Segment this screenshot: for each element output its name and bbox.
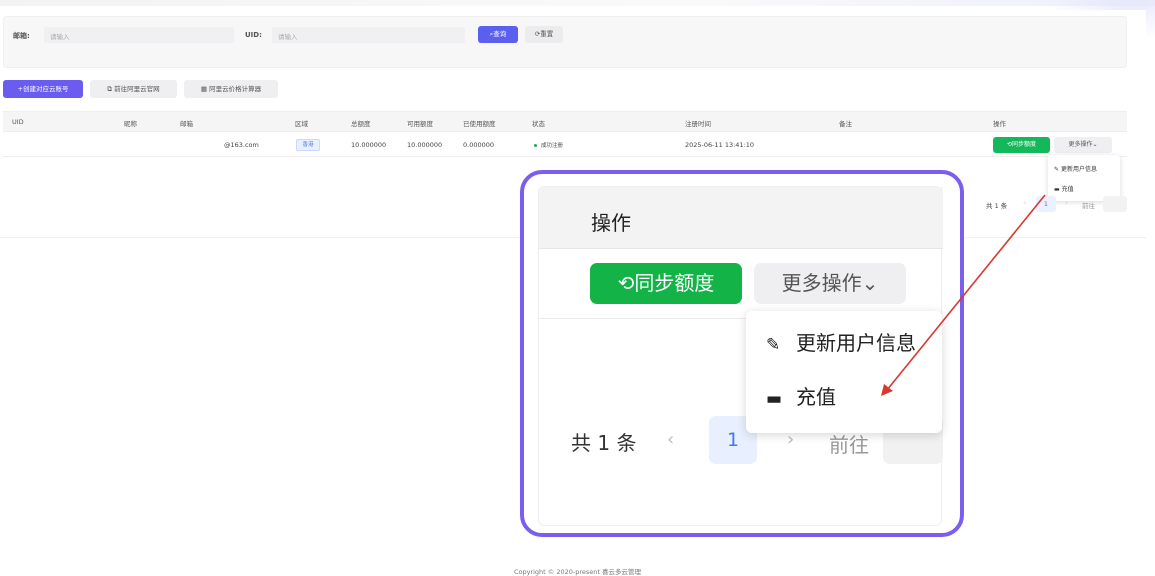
zoom-menu-item-recharge[interactable]: ▬ 充值 bbox=[766, 381, 836, 410]
menu-item-recharge[interactable]: ▬ 充值 bbox=[1054, 184, 1074, 193]
th-available: 可用额度 bbox=[407, 120, 433, 128]
zoom-header-label: 操作 bbox=[591, 211, 631, 235]
zoom-update-user-label: 更新用户信息 bbox=[796, 331, 916, 355]
email-label: 邮箱: bbox=[13, 32, 30, 40]
more-actions-button[interactable]: 更多操作⌄ bbox=[1054, 137, 1112, 153]
aliyun-site-button[interactable]: ⧉ 前往阿里云官网 bbox=[90, 80, 177, 98]
cell-used: 0.000000 bbox=[463, 141, 495, 149]
uid-label: UID: bbox=[245, 31, 262, 39]
th-total: 总额度 bbox=[351, 120, 371, 128]
cell-total: 10.000000 bbox=[351, 141, 387, 149]
pagination-goto-label: 前往 bbox=[1082, 202, 1095, 210]
query-button[interactable]: ⌕查询 bbox=[478, 26, 518, 43]
zoom-content: 操作 ⟲同步额度 更多操作⌄ 共 1 条 ‹ 1 › 前往 ✎ 更新用户信息 ▬ 充… bbox=[538, 186, 943, 526]
menu-item-recharge-label: 充值 bbox=[1061, 186, 1074, 193]
top-strip bbox=[0, 0, 1155, 6]
zoom-action-row: ⟲同步额度 更多操作⌄ bbox=[539, 249, 943, 319]
th-uid: UID bbox=[12, 118, 24, 126]
sync-quota-button[interactable]: ⟲同步额度 bbox=[993, 137, 1050, 153]
th-registered: 注册时间 bbox=[685, 120, 711, 128]
reset-button[interactable]: ⟳重置 bbox=[525, 26, 563, 43]
pagination-total: 共 1 条 bbox=[986, 202, 1008, 210]
th-actions: 操作 bbox=[993, 120, 1006, 128]
pagination-next-icon[interactable]: › bbox=[1065, 199, 1068, 207]
zoom-dropdown: ✎ 更新用户信息 ▬ 充值 bbox=[746, 311, 942, 433]
zoom-pagination-total: 共 1 条 bbox=[571, 431, 637, 455]
price-calculator-button[interactable]: ▦ 阿里云价格计算器 bbox=[184, 80, 278, 98]
footer: Copyright © 2020-present 喜云多云管理 bbox=[513, 568, 642, 576]
pagination-goto-input[interactable] bbox=[1103, 196, 1127, 212]
zoom-recharge-label: 充值 bbox=[796, 385, 836, 409]
more-actions-dropdown: ✎ 更新用户信息 ▬ 充值 bbox=[1048, 155, 1120, 201]
cell-registered: 2025-06-11 13:41:10 bbox=[685, 141, 755, 149]
email-field[interactable]: 请输入 bbox=[44, 27, 234, 43]
pencil-icon: ✎ bbox=[1054, 166, 1060, 173]
cell-available: 10.000000 bbox=[407, 141, 443, 149]
menu-item-update-user[interactable]: ✎ 更新用户信息 bbox=[1054, 164, 1097, 173]
table-row: @163.com 香港 10.000000 10.000000 0.000000… bbox=[3, 133, 1127, 157]
zoom-prev-icon[interactable]: ‹ bbox=[667, 429, 674, 450]
zoom-header: 操作 bbox=[539, 187, 943, 249]
create-account-button[interactable]: +创建对应云账号 bbox=[3, 80, 83, 98]
th-region: 区域 bbox=[295, 120, 308, 128]
table-header: UID 昵称 邮箱 区域 总额度 可用额度 已使用额度 状态 注册时间 备注 操… bbox=[3, 111, 1127, 132]
th-email: 邮箱 bbox=[180, 120, 193, 128]
cell-status: 成功注册 bbox=[541, 143, 564, 149]
menu-item-update-user-label: 更新用户信息 bbox=[1060, 166, 1097, 173]
zoom-menu-item-update-user[interactable]: ✎ 更新用户信息 bbox=[766, 327, 916, 356]
th-used: 已使用额度 bbox=[463, 120, 496, 128]
page: 邮箱: 请输入 UID: 请输入 ⌕查询 ⟳重置 +创建对应云账号 ⧉ 前往阿里… bbox=[0, 0, 1155, 576]
cell-email: @163.com bbox=[224, 141, 259, 149]
zoom-goto-label: 前往 bbox=[829, 433, 869, 457]
zoom-callout: 操作 ⟲同步额度 更多操作⌄ 共 1 条 ‹ 1 › 前往 ✎ 更新用户信息 ▬ 充… bbox=[520, 170, 964, 537]
region-tag: 香港 bbox=[296, 139, 320, 151]
th-status: 状态 bbox=[532, 120, 545, 128]
status-dot bbox=[534, 144, 537, 147]
card-icon: ▬ bbox=[1054, 186, 1060, 193]
pagination-page[interactable]: 1 bbox=[1036, 196, 1056, 212]
zoom-more-actions-button[interactable]: 更多操作⌄ bbox=[754, 263, 906, 304]
th-nickname: 昵称 bbox=[124, 120, 137, 128]
uid-field[interactable]: 请输入 bbox=[272, 27, 465, 43]
card-icon: ▬ bbox=[766, 389, 783, 409]
pagination-prev-icon[interactable]: ‹ bbox=[1023, 199, 1026, 207]
th-remark: 备注 bbox=[839, 120, 852, 128]
pencil-icon: ✎ bbox=[766, 335, 781, 355]
zoom-sync-quota-button[interactable]: ⟲同步额度 bbox=[590, 263, 742, 304]
